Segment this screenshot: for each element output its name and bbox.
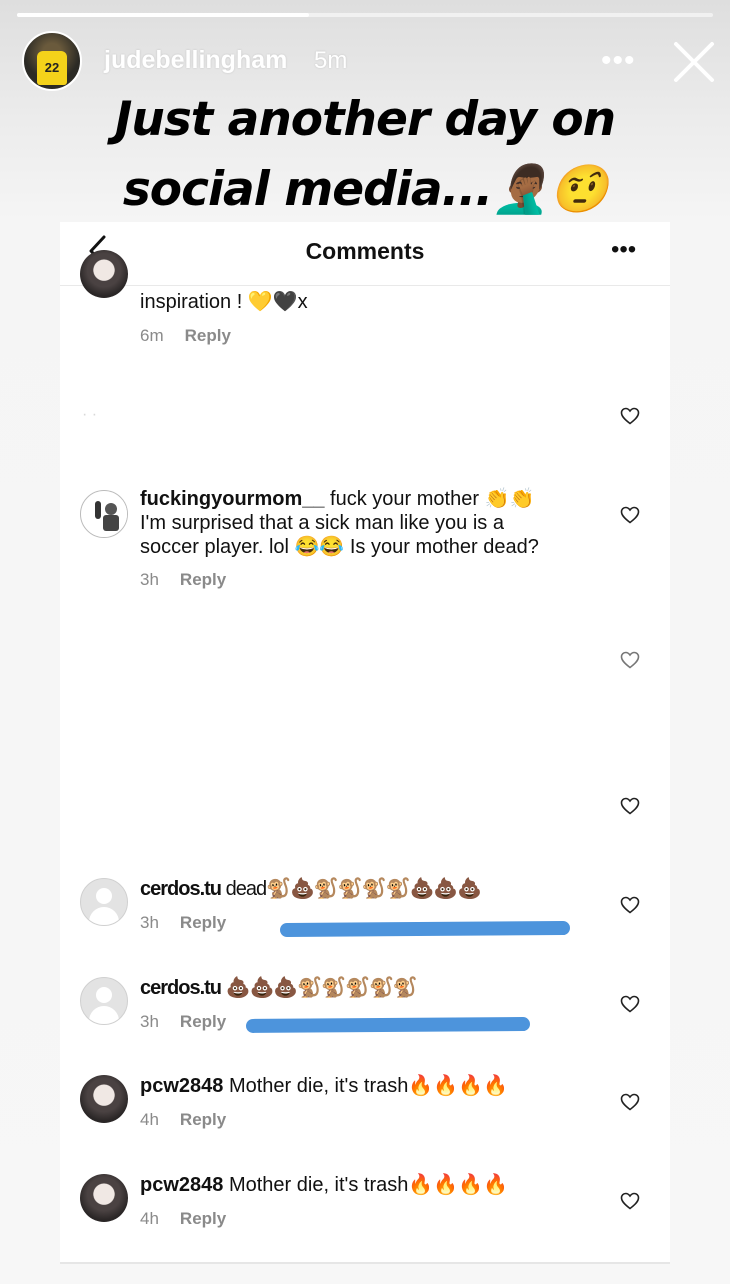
comment-text: inspiration ! 💛🖤x: [140, 291, 308, 313]
comment-time: 6m: [140, 326, 164, 345]
story-time-ago: 5m: [314, 47, 348, 74]
comment-body-line-1: fuck your mother 👏👏: [324, 488, 535, 510]
scribble-mark: [279, 920, 571, 938]
scribble-mark: [245, 1017, 531, 1033]
comment-body: Mother die, it's trash🔥🔥🔥🔥: [223, 1174, 508, 1196]
comment-body-line-3: soccer player. lol 😂😂 Is your mother dea…: [140, 536, 539, 558]
heart-icon[interactable]: [620, 797, 640, 815]
comment-username[interactable]: pcw2848: [140, 1075, 223, 1097]
close-icon[interactable]: [672, 40, 716, 84]
comment-text: cerdos.tu dead🐒💩🐒🐒🐒🐒💩💩💩: [140, 877, 610, 901]
comment-meta: 4h Reply: [140, 1209, 226, 1229]
reply-link[interactable]: Reply: [180, 913, 226, 932]
avatar-placeholder-icon[interactable]: [80, 878, 128, 926]
redacted-comment: · ·: [82, 406, 98, 423]
comment-username[interactable]: cerdos.tu: [140, 878, 222, 900]
reply-link[interactable]: Reply: [180, 570, 226, 589]
comment-time: 4h: [140, 1209, 159, 1228]
comment-meta: 3h Reply: [140, 913, 226, 933]
comment-meta: 6m Reply: [140, 326, 231, 346]
comment-body: 💩💩💩🐒🐒🐒🐒🐒: [221, 977, 418, 999]
comment-text: pcw2848 Mother die, it's trash🔥🔥🔥🔥: [140, 1173, 610, 1197]
comment-text: fuckingyourmom__ fuck your mother 👏👏 I'm…: [140, 487, 610, 559]
comment-time: 3h: [140, 913, 159, 932]
reply-link[interactable]: Reply: [180, 1209, 226, 1228]
avatar-placeholder-icon[interactable]: [80, 977, 128, 1025]
comment-meta: 3h Reply: [140, 1012, 226, 1032]
comment-meta: 3h Reply: [140, 570, 226, 590]
heart-icon[interactable]: [620, 651, 640, 669]
heart-icon[interactable]: [620, 1192, 640, 1210]
comment-text: cerdos.tu 💩💩💩🐒🐒🐒🐒🐒: [140, 976, 610, 1000]
story-caption-line-1: Just another day on: [114, 92, 616, 147]
heart-icon[interactable]: [620, 896, 640, 914]
story-caption-line-2: social media...🤦🏾‍♂️🤨: [122, 162, 608, 217]
reply-link[interactable]: Reply: [180, 1110, 226, 1129]
heart-icon[interactable]: [620, 407, 640, 425]
reply-link[interactable]: Reply: [180, 1012, 226, 1031]
more-icon[interactable]: •••: [611, 236, 636, 264]
comment-time: 4h: [140, 1110, 159, 1129]
comment-username[interactable]: pcw2848: [140, 1174, 223, 1196]
reply-link[interactable]: Reply: [185, 326, 231, 345]
comment-body-line-2: I'm surprised that a sick man like you i…: [140, 512, 504, 534]
heart-icon[interactable]: [620, 995, 640, 1013]
comments-screenshot: [60, 222, 670, 1264]
comment-time: 3h: [140, 1012, 159, 1031]
comment-username[interactable]: cerdos.tu: [140, 977, 222, 999]
story-progress-bar: [17, 13, 713, 17]
story-progress-fill: [17, 13, 310, 17]
comment-text: pcw2848 Mother die, it's trash🔥🔥🔥🔥: [140, 1074, 610, 1098]
story-avatar[interactable]: 22: [22, 31, 82, 91]
avatar-sticker-icon: [82, 492, 127, 537]
jersey-number: 22: [37, 51, 67, 85]
story-username[interactable]: judebellingham: [104, 46, 287, 75]
heart-icon[interactable]: [620, 506, 640, 524]
comment-meta: 4h Reply: [140, 1110, 226, 1130]
comment-avatar[interactable]: [80, 250, 128, 298]
comment-body: dead🐒💩🐒🐒🐒🐒💩💩💩: [221, 878, 483, 900]
comment-username[interactable]: fuckingyourmom__: [140, 488, 324, 510]
comment-time: 3h: [140, 570, 159, 589]
story-more-icon[interactable]: •••: [601, 46, 636, 76]
comment-body: Mother die, it's trash🔥🔥🔥🔥: [223, 1075, 508, 1097]
divider: [60, 1262, 670, 1264]
comment-avatar[interactable]: [80, 1075, 128, 1123]
comment-avatar[interactable]: [80, 1174, 128, 1222]
heart-icon[interactable]: [620, 1093, 640, 1111]
comment-avatar[interactable]: [80, 490, 128, 538]
